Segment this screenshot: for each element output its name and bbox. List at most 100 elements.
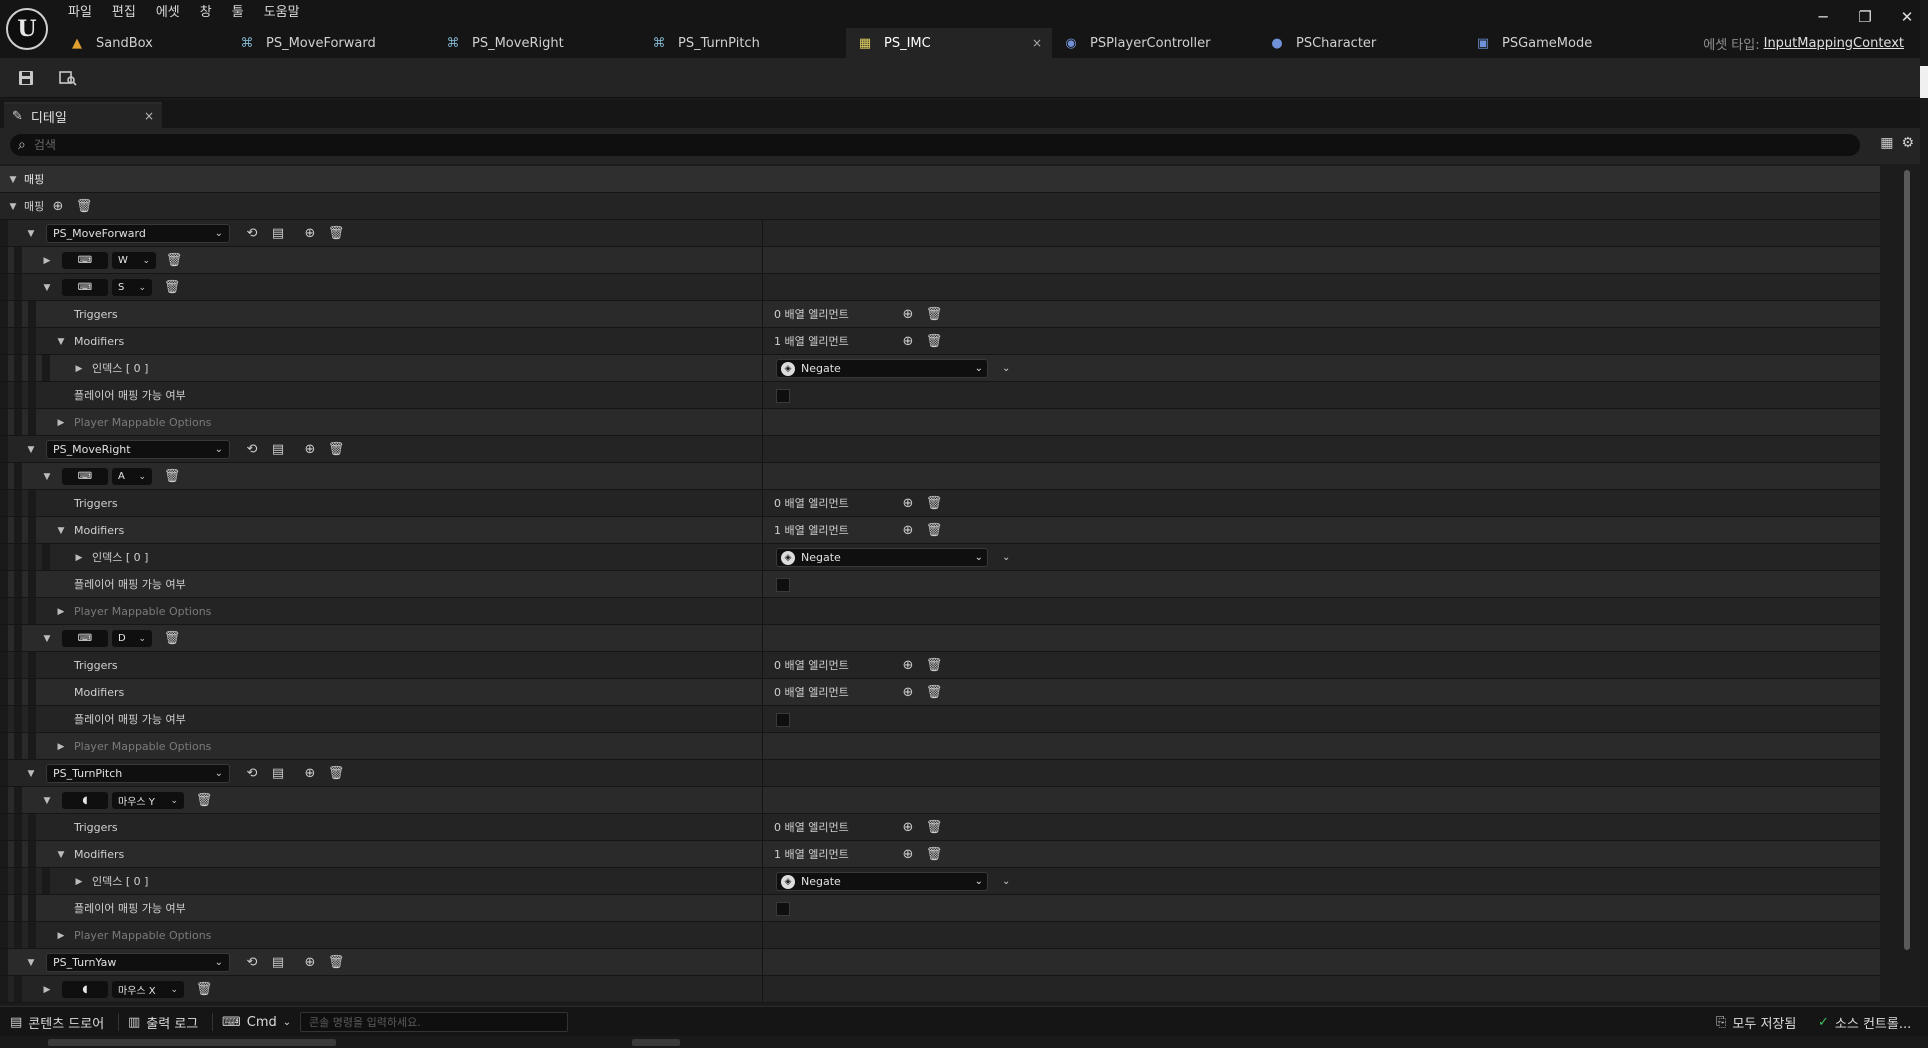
- tab-details[interactable]: ✎ 디테일 ×: [4, 102, 162, 128]
- tab-ps-turnpitch[interactable]: ⌘ PS_TurnPitch: [640, 28, 846, 58]
- add-icon[interactable]: ⊕: [302, 765, 318, 781]
- trash-icon[interactable]: 🗑: [164, 468, 181, 484]
- trash-icon[interactable]: 🗑: [926, 846, 943, 862]
- expand-arrow-icon[interactable]: ▶: [72, 544, 86, 571]
- menu-help[interactable]: 도움말: [254, 2, 310, 24]
- key-selector[interactable]: A ⌄: [112, 468, 152, 485]
- add-icon[interactable]: ⊕: [302, 441, 318, 457]
- tab-ps-moveright[interactable]: ⌘ PS_MoveRight: [434, 28, 640, 58]
- trash-icon[interactable]: 🗑: [926, 495, 943, 511]
- table-view-icon[interactable]: ▦: [1880, 135, 1893, 151]
- trash-icon[interactable]: 🗑: [328, 225, 345, 241]
- trash-icon[interactable]: 🗑: [164, 630, 181, 646]
- trash-icon[interactable]: 🗑: [166, 252, 183, 268]
- trash-icon[interactable]: 🗑: [926, 333, 943, 349]
- tab-ps-imc[interactable]: ▦ PS_IMC ×: [846, 28, 1052, 58]
- expand-arrow-icon[interactable]: ▼: [54, 328, 68, 355]
- trash-icon[interactable]: 🗑: [926, 306, 943, 322]
- player-mappable-checkbox[interactable]: [776, 713, 790, 727]
- tab-pscharacter[interactable]: ● PSCharacter: [1258, 28, 1464, 58]
- trash-icon[interactable]: 🗑: [328, 954, 345, 970]
- expand-arrow-icon[interactable]: ▼: [24, 949, 38, 976]
- trash-icon[interactable]: 🗑: [328, 441, 345, 457]
- player-mappable-checkbox[interactable]: [776, 902, 790, 916]
- key-selector[interactable]: D ⌄: [112, 630, 152, 647]
- expand-arrow-icon[interactable]: ▶: [54, 409, 68, 436]
- key-selector[interactable]: W ⌄: [112, 252, 156, 269]
- key-selector[interactable]: S ⌄: [112, 279, 152, 296]
- expand-arrow-icon[interactable]: ▼: [54, 517, 68, 544]
- output-log-button[interactable]: ▥ 출력 로그: [128, 1007, 198, 1037]
- cmd-selector[interactable]: ⌨ Cmd ⌄: [222, 1007, 291, 1037]
- expand-arrow-icon[interactable]: ▶: [40, 247, 54, 274]
- expand-arrow-icon[interactable]: ▼: [40, 274, 54, 301]
- expand-arrow-icon[interactable]: ▶: [72, 868, 86, 895]
- use-selected-icon[interactable]: ⟲: [244, 441, 260, 457]
- expand-arrow-icon[interactable]: ▼: [24, 436, 38, 463]
- expand-arrow-icon[interactable]: ▼: [6, 166, 20, 193]
- chevron-down-icon[interactable]: ⌄: [1002, 544, 1010, 571]
- menu-asset[interactable]: 에셋: [146, 2, 190, 24]
- source-control-button[interactable]: ✓ 소스 컨트롤...: [1818, 1007, 1911, 1037]
- tab-psgamemode[interactable]: ▣ PSGameMode: [1464, 28, 1644, 58]
- tab-ps-moveforward[interactable]: ⌘ PS_MoveForward: [228, 28, 434, 58]
- keyboard-icon[interactable]: ⌨: [62, 279, 108, 296]
- add-icon[interactable]: ⊕: [900, 819, 916, 835]
- add-icon[interactable]: ⊕: [900, 495, 916, 511]
- chevron-down-icon[interactable]: ⌄: [1002, 868, 1010, 895]
- add-icon[interactable]: ⊕: [900, 522, 916, 538]
- action-combo[interactable]: PS_TurnYaw ⌄: [46, 953, 230, 972]
- chevron-down-icon[interactable]: ⌄: [1002, 355, 1010, 382]
- expand-arrow-icon[interactable]: ▼: [40, 787, 54, 814]
- save-icon[interactable]: [14, 66, 38, 90]
- menu-edit[interactable]: 편집: [102, 2, 146, 24]
- trash-icon[interactable]: 🗑: [196, 981, 213, 997]
- expand-arrow-icon[interactable]: ▼: [24, 220, 38, 247]
- scrollbar-thumb[interactable]: [1904, 170, 1910, 950]
- expand-arrow-icon[interactable]: ▶: [54, 922, 68, 949]
- add-icon[interactable]: ⊕: [50, 198, 66, 214]
- expand-arrow-icon[interactable]: ▶: [54, 733, 68, 760]
- tab-sandbox[interactable]: ▲ SandBox: [58, 28, 228, 58]
- browse-icon[interactable]: ▤: [270, 765, 286, 781]
- use-selected-icon[interactable]: ⟲: [244, 225, 260, 241]
- add-icon[interactable]: ⊕: [900, 684, 916, 700]
- expand-arrow-icon[interactable]: ▼: [6, 193, 20, 220]
- player-mappable-checkbox[interactable]: [776, 578, 790, 592]
- console-input[interactable]: [300, 1012, 568, 1032]
- expand-arrow-icon[interactable]: ▶: [40, 976, 54, 1003]
- trash-icon[interactable]: 🗑: [926, 819, 943, 835]
- expand-arrow-icon[interactable]: ▶: [54, 598, 68, 625]
- key-selector[interactable]: 마우스 Y ⌄: [112, 792, 184, 809]
- add-icon[interactable]: ⊕: [302, 954, 318, 970]
- browse-icon[interactable]: ▤: [270, 954, 286, 970]
- mouse-icon[interactable]: ◖: [62, 792, 108, 809]
- keyboard-icon[interactable]: ⌨: [62, 252, 108, 269]
- use-selected-icon[interactable]: ⟲: [244, 765, 260, 781]
- key-selector[interactable]: 마우스 X ⌄: [112, 981, 184, 998]
- action-combo[interactable]: PS_MoveForward ⌄: [46, 224, 230, 243]
- browse-icon[interactable]: ▤: [270, 441, 286, 457]
- close-icon[interactable]: ×: [144, 109, 154, 123]
- keyboard-icon[interactable]: ⌨: [62, 468, 108, 485]
- add-icon[interactable]: ⊕: [900, 846, 916, 862]
- search-input[interactable]: [31, 137, 1732, 153]
- trash-icon[interactable]: 🗑: [926, 522, 943, 538]
- trash-icon[interactable]: 🗑: [328, 765, 345, 781]
- keyboard-icon[interactable]: ⌨: [62, 630, 108, 647]
- mouse-icon[interactable]: ◖: [62, 981, 108, 998]
- expand-arrow-icon[interactable]: ▼: [40, 463, 54, 490]
- modifier-class-combo[interactable]: ◈ Negate ⌄: [776, 359, 988, 378]
- save-all-button[interactable]: ⎘ 모두 저장됨: [1716, 1007, 1796, 1037]
- menu-window[interactable]: 창: [190, 2, 222, 24]
- add-icon[interactable]: ⊕: [900, 657, 916, 673]
- use-selected-icon[interactable]: ⟲: [244, 954, 260, 970]
- add-icon[interactable]: ⊕: [900, 333, 916, 349]
- vertical-scrollbar[interactable]: [1902, 166, 1912, 966]
- action-combo[interactable]: PS_MoveRight ⌄: [46, 440, 230, 459]
- browse-icon[interactable]: ▤: [270, 225, 286, 241]
- tab-close-icon[interactable]: ×: [1032, 36, 1042, 50]
- section-header[interactable]: ▼ 매핑: [0, 166, 1880, 193]
- trash-icon[interactable]: 🗑: [926, 657, 943, 673]
- modifier-class-combo[interactable]: ◈ Negate ⌄: [776, 872, 988, 891]
